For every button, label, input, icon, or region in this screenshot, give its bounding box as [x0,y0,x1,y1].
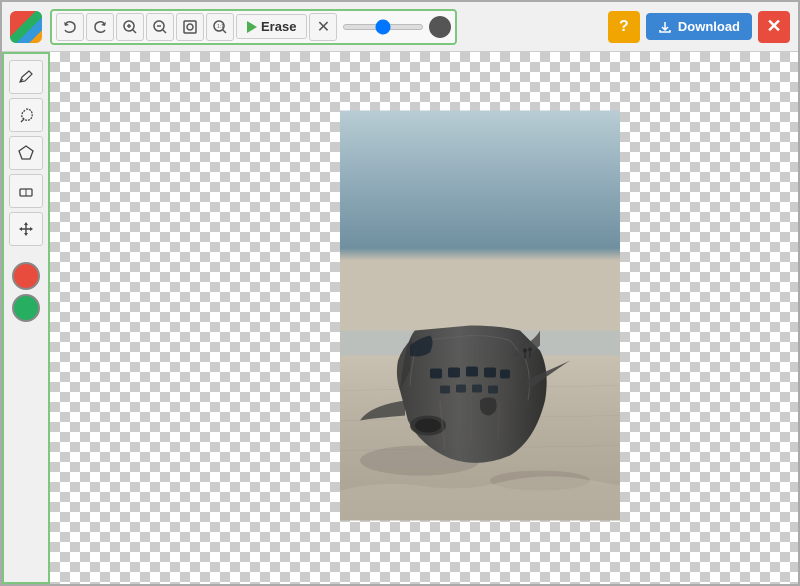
background-color-button[interactable] [12,294,40,322]
image-container [340,111,620,526]
svg-text:1:1: 1:1 [217,24,224,30]
eraser-tool-button[interactable] [9,174,43,208]
brush-size-control [343,16,451,38]
app: 1:1 Erase ✕ ? [0,0,800,586]
fit-button[interactable] [176,13,204,41]
app-logo [10,11,42,43]
zoom-100-button[interactable]: 1:1 [206,13,234,41]
redo-button[interactable] [86,13,114,41]
main-area [2,52,798,584]
top-toolbar: 1:1 Erase ✕ ? [2,2,798,52]
toolbar-main-group: 1:1 Erase ✕ [50,9,457,45]
brush-size-slider[interactable] [343,24,423,30]
canvas-area[interactable] [50,52,798,584]
zoom-in-button[interactable] [116,13,144,41]
eraser-icon [17,182,35,200]
undo-button[interactable] [56,13,84,41]
help-label: ? [619,18,629,36]
download-label: Download [678,19,740,34]
close-icon: ✕ [766,16,781,37]
canvas-image [340,111,620,521]
play-icon [247,21,257,33]
brush-preview [429,16,451,38]
erase-button[interactable]: Erase [236,14,307,39]
pencil-icon [17,68,35,86]
polygon-icon [17,144,35,162]
draw-tool-button[interactable] [9,60,43,94]
download-button[interactable]: Download [646,13,752,40]
move-tool-button[interactable] [9,212,43,246]
lasso-tool-button[interactable] [9,98,43,132]
cancel-erase-button[interactable]: ✕ [309,13,337,41]
close-button[interactable]: ✕ [758,11,790,43]
zoom-out-button[interactable] [146,13,174,41]
foreground-color-button[interactable] [12,262,40,290]
lasso-icon [17,106,35,124]
download-icon [658,20,672,34]
help-button[interactable]: ? [608,11,640,43]
left-sidebar [2,52,50,584]
erase-label: Erase [261,19,296,34]
top-right-actions: ? Download ✕ [608,11,790,43]
move-icon [17,220,35,238]
polygon-tool-button[interactable] [9,136,43,170]
cancel-icon: ✕ [317,17,330,37]
